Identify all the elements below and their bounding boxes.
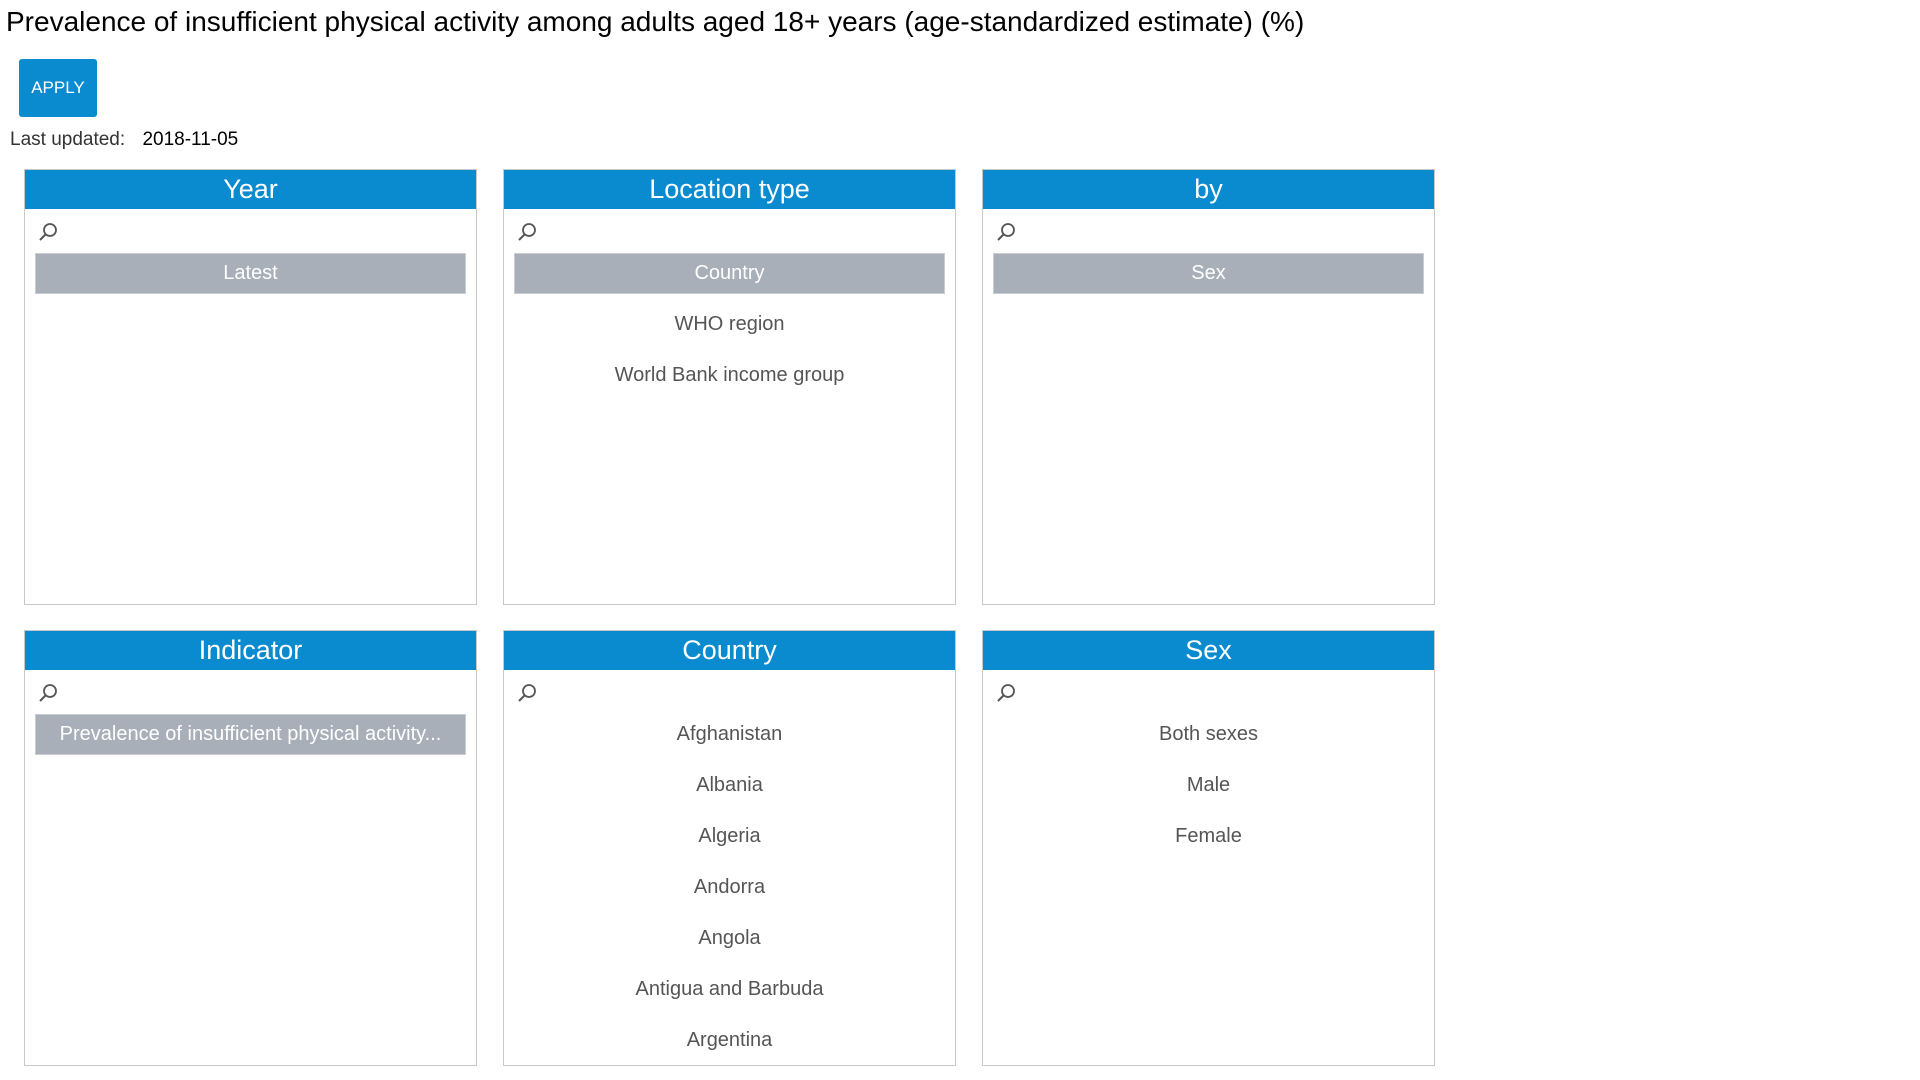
search-input-sex[interactable]: [1023, 678, 1424, 708]
search-input-location-type[interactable]: [544, 217, 945, 247]
panel-header-by: by: [983, 170, 1434, 209]
option-item[interactable]: Both sexes: [993, 714, 1424, 755]
option-list-year: Latest: [25, 253, 476, 294]
search-row-location-type: [504, 209, 955, 253]
option-list-indicator: Prevalence of insufficient physical acti…: [25, 714, 476, 755]
search-row-year: [25, 209, 476, 253]
last-updated-value: 2018-11-05: [142, 129, 239, 150]
option-item[interactable]: World Bank income group: [514, 355, 945, 396]
option-item[interactable]: Antigua and Barbuda: [514, 969, 945, 1010]
search-row-indicator: [25, 670, 476, 714]
option-item[interactable]: Prevalence of insufficient physical acti…: [35, 714, 466, 755]
panel-header-indicator: Indicator: [25, 631, 476, 670]
panel-header-year: Year: [25, 170, 476, 209]
filter-panel-year: Year Latest: [24, 169, 477, 605]
option-item[interactable]: Afghanistan: [514, 714, 945, 755]
option-list-by: Sex: [983, 253, 1434, 294]
option-item[interactable]: Male: [993, 765, 1424, 806]
search-icon: [997, 684, 1015, 702]
option-item[interactable]: WHO region: [514, 304, 945, 345]
search-row-country: [504, 670, 955, 714]
search-input-year[interactable]: [65, 217, 466, 247]
option-item[interactable]: Angola: [514, 918, 945, 959]
search-icon: [39, 684, 57, 702]
option-item[interactable]: Female: [993, 816, 1424, 857]
option-item[interactable]: Algeria: [514, 816, 945, 857]
option-list-country: Afghanistan Albania Algeria Andorra Angola An…: [504, 714, 955, 1061]
option-item[interactable]: Country: [514, 253, 945, 294]
search-icon: [518, 684, 536, 702]
filter-panel-sex: Sex Both sexes Male Female: [982, 630, 1435, 1066]
panel-header-country: Country: [504, 631, 955, 670]
option-list-sex: Both sexes Male Female: [983, 714, 1434, 857]
search-input-indicator[interactable]: [65, 678, 466, 708]
option-item[interactable]: Andorra: [514, 867, 945, 908]
filter-panel-by: by Sex: [982, 169, 1435, 605]
filter-panel-location-type: Location type Country WHO region World Ban…: [503, 169, 956, 605]
panel-header-location-type: Location type: [504, 170, 955, 209]
option-item[interactable]: Argentina: [514, 1020, 945, 1061]
search-icon: [518, 223, 536, 241]
search-icon: [997, 223, 1015, 241]
option-item[interactable]: Latest: [35, 253, 466, 294]
filter-panel-country: Country Afghanistan Albania Algeria Andorra…: [503, 630, 956, 1066]
option-item[interactable]: Sex: [993, 253, 1424, 294]
search-input-country[interactable]: [544, 678, 945, 708]
last-updated: Last updated: 2018-11-05: [10, 129, 238, 151]
search-input-by[interactable]: [1023, 217, 1424, 247]
last-updated-label: Last updated:: [10, 129, 126, 150]
search-row-sex: [983, 670, 1434, 714]
apply-button[interactable]: APPLY: [19, 59, 97, 117]
filter-panel-indicator: Indicator Prevalence of insufficient phy…: [24, 630, 477, 1066]
search-icon: [39, 223, 57, 241]
option-item[interactable]: Albania: [514, 765, 945, 806]
page-title: Prevalence of insufficient physical acti…: [6, 6, 1305, 37]
option-list-location-type: Country WHO region World Bank income group: [504, 253, 955, 396]
search-row-by: [983, 209, 1434, 253]
panel-header-sex: Sex: [983, 631, 1434, 670]
